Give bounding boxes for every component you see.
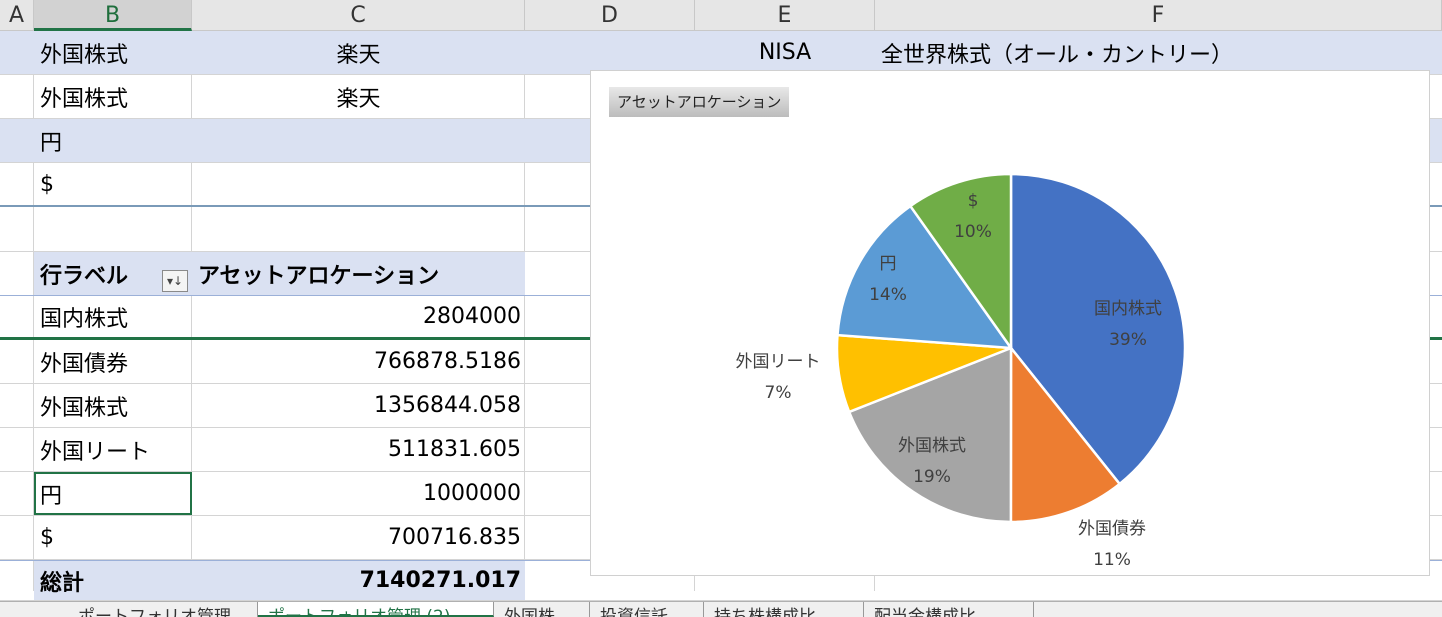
sheet-tab[interactable]: 配当金構成比 xyxy=(864,602,1034,617)
pivot-row-label-selected[interactable]: 円 xyxy=(34,472,192,515)
sheet-tab[interactable]: ポートフォリオ管理 xyxy=(68,602,258,617)
cell-b[interactable]: $ xyxy=(34,163,192,205)
pie-slice-percent: 14% xyxy=(869,285,907,305)
pie-slice-label: 外国債券 xyxy=(1078,519,1146,539)
pivot-row-label[interactable]: $ xyxy=(34,516,192,559)
sheet-tab[interactable]: 投資信託 xyxy=(590,602,704,617)
pie-slice-label: 外国リート xyxy=(736,352,821,372)
pivot-row-label[interactable]: 外国株式 xyxy=(34,384,192,427)
cell-e[interactable]: NISA xyxy=(695,31,875,74)
pivot-row-label[interactable]: 外国リート xyxy=(34,428,192,471)
pivot-row-value[interactable]: 2804000 xyxy=(192,296,525,337)
sheet-row: 外国株式 楽天 NISA 全世界株式（オール・カントリー） xyxy=(0,31,1442,75)
pie-slice-percent: 10% xyxy=(954,222,992,242)
sheet-tab-bar: ポートフォリオ管理 ポートフォリオ管理 (2) 外国株 投資信託 持ち株構成比 … xyxy=(0,601,1442,617)
pivot-row-value[interactable]: 766878.5186 xyxy=(192,340,525,383)
pivot-row-value[interactable]: 700716.835 xyxy=(192,516,525,559)
pivot-row-value[interactable]: 1356844.058 xyxy=(192,384,525,427)
column-header-e[interactable]: E xyxy=(695,0,875,31)
pivot-row-label[interactable]: 国内株式 xyxy=(34,296,192,337)
pie-slice-label: $ xyxy=(968,191,979,211)
pie-slice-percent: 19% xyxy=(913,467,951,487)
column-header-c[interactable]: C xyxy=(192,0,525,31)
column-header-a[interactable]: A xyxy=(0,0,34,31)
column-header-d[interactable]: D xyxy=(525,0,695,31)
filter-dropdown-icon[interactable]: ▾↓ xyxy=(162,270,188,292)
cell-b[interactable]: 外国株式 xyxy=(34,31,192,74)
cell-c[interactable]: 楽天 xyxy=(192,31,525,74)
cell-b[interactable]: 外国株式 xyxy=(34,75,192,118)
pivot-row-label[interactable]: 外国債券 xyxy=(34,340,192,383)
column-header-f[interactable]: F xyxy=(875,0,1442,31)
cell-c[interactable]: 楽天 xyxy=(192,75,525,118)
pivot-row-value[interactable]: 511831.605 xyxy=(192,428,525,471)
sheet-tab-active[interactable]: ポートフォリオ管理 (2) xyxy=(258,602,494,617)
sheet-tab[interactable]: 外国株 xyxy=(494,602,590,617)
pivot-total-label[interactable]: 総計 xyxy=(34,561,192,600)
cell-b[interactable]: 円 xyxy=(34,119,192,162)
pivot-value-header[interactable]: アセットアロケーション xyxy=(192,252,525,295)
pie-slice-percent: 11% xyxy=(1093,550,1131,570)
cell-f[interactable]: 全世界株式（オール・カントリー） xyxy=(875,31,1442,74)
pie-slice-label: 外国株式 xyxy=(898,436,966,456)
pie-chart-svg: 国内株式 39% 外国債券 11% 外国株式 19% 外国リート 7% 円 14% $10% xyxy=(736,172,1187,570)
pivot-row-value[interactable]: 1000000 xyxy=(192,472,525,515)
pivot-total-value[interactable]: 7140271.017 xyxy=(192,561,525,600)
sheet-tab[interactable]: 持ち株構成比 xyxy=(704,602,864,617)
pie-slice-label: 国内株式 xyxy=(1094,299,1162,319)
column-header-b[interactable]: B xyxy=(34,0,192,31)
pie-slice-percent: 7% xyxy=(765,383,792,403)
pie-slice-percent: 39% xyxy=(1109,330,1147,350)
pie-chart[interactable]: アセットアロケーション 国内株式 39% 外国債券 11% 外国株式 19% 外国リート 7%… xyxy=(590,70,1430,576)
pie-slice-label: 円 xyxy=(880,254,897,274)
